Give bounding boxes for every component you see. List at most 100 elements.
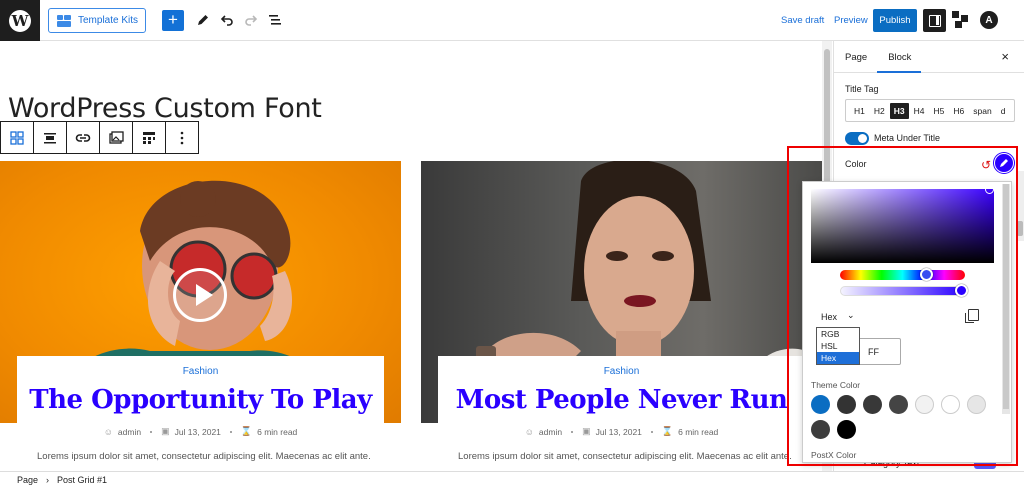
sidebar-scrollbar[interactable] [1016,171,1024,241]
theme-color-swatch[interactable] [967,395,986,414]
tag-h2[interactable]: H2 [870,103,889,119]
meta-separator [150,430,153,433]
post-category[interactable]: Fashion [438,366,805,377]
post-title[interactable]: The Opportunity To Play [17,385,384,415]
copy-icon[interactable] [965,309,979,323]
color-format-select[interactable]: Hex [821,312,837,322]
astra-icon[interactable]: A [980,11,998,29]
tag-h1[interactable]: H1 [850,103,869,119]
format-option-hsl[interactable]: HSL [817,340,859,352]
preview-link[interactable]: Preview [834,15,868,26]
wordpress-icon: W [9,9,31,32]
saturation-picker[interactable] [811,189,994,263]
hue-slider[interactable] [840,270,965,280]
tag-h6[interactable]: H6 [949,103,968,119]
link-icon[interactable] [67,122,100,153]
theme-color-label: Theme Color [811,380,861,390]
eyedropper-icon [1000,159,1008,167]
post-author[interactable]: admin [539,427,562,437]
title-tag-label: Title Tag [845,84,879,94]
hourglass-icon: ⌛ [240,426,253,436]
align-icon[interactable] [34,122,67,153]
breadcrumb-post-grid[interactable]: Post Grid #1 [57,475,107,485]
color-label: Color [845,159,867,169]
theme-color-swatches [811,395,991,439]
chevron-down-icon[interactable]: ⌄ [847,310,855,321]
theme-color-swatch[interactable] [811,420,830,439]
settings-toggle-button[interactable] [923,9,946,32]
template-kits-label: Template Kits [78,15,139,26]
editor-top-bar: W Template Kits + Save draft Preview Pub… [0,0,1024,41]
template-kits-button[interactable]: Template Kits [48,8,146,33]
wordpress-logo-button[interactable]: W [0,0,40,41]
theme-color-swatch[interactable] [811,395,830,414]
layout-icon[interactable] [133,122,166,153]
undo-icon[interactable] [217,10,237,30]
popover-scrollbar[interactable] [1002,184,1010,414]
color-picker-popover: Hex ⌄ FF RGB HSL Hex Theme Color PostX C… [802,181,1012,463]
calendar-icon: ▣ [582,426,591,436]
list-view-icon[interactable] [265,10,285,30]
post-date: Jul 13, 2021 [174,426,221,437]
tag-h5[interactable]: H5 [930,103,949,119]
publish-button[interactable]: Publish [873,9,917,32]
close-icon[interactable]: × [1001,49,1009,64]
post-excerpt: Lorems ipsum dolor sit amet, consectetur… [37,451,371,462]
meta-separator [571,430,574,433]
tag-h4[interactable]: H4 [910,103,929,119]
add-block-button[interactable]: + [162,10,184,31]
image-icon[interactable] [100,122,133,153]
theme-color-swatch[interactable] [941,395,960,414]
tag-h3[interactable]: H3 [889,102,909,119]
template-kits-icon [57,14,71,27]
post-title[interactable]: Most People Never Run [438,385,805,415]
post-date: Jul 13, 2021 [595,426,642,437]
postx-color-label: PostX Color [811,450,857,460]
alpha-slider[interactable] [840,286,965,296]
block-toolbar [0,121,199,154]
color-picker-button[interactable] [994,153,1014,173]
meta-under-title-label: Meta Under Title [874,133,941,143]
redo-icon[interactable] [241,10,261,30]
blocks-plugin-icon[interactable] [952,11,970,29]
breadcrumb: Page › Post Grid #1 [0,471,1024,488]
tab-page[interactable]: Page [834,41,877,73]
theme-color-swatch[interactable] [863,395,882,414]
post-grid-block-icon[interactable] [1,122,34,153]
meta-separator [650,430,653,433]
breadcrumb-separator-icon: › [46,475,50,485]
post-meta: ☺ admin ▣ Jul 13, 2021 ⌛ 6 min read [438,426,805,437]
theme-color-swatch[interactable] [889,395,908,414]
tag-span[interactable]: span [969,103,995,119]
play-video-icon[interactable] [173,268,227,322]
theme-color-swatch[interactable] [837,395,856,414]
post-author[interactable]: admin [118,427,141,437]
post-read-time: 6 min read [257,426,298,437]
format-option-rgb[interactable]: RGB [817,328,859,340]
sidebar-tabs: Page Block × [834,41,1024,73]
title-tag-group: H1 H2 H3 H4 H5 H6 span d [845,99,1015,122]
post-excerpt: Lorems ipsum dolor sit amet, consectetur… [458,451,792,462]
format-option-hex[interactable]: Hex [817,352,859,364]
meta-under-title-toggle[interactable] [845,132,869,145]
edit-pencil-icon[interactable] [193,10,213,30]
meta-separator [229,430,232,433]
editor-canvas: WordPress Custom Font Fashion The Opport… [0,41,833,471]
sidebar-icon [928,14,941,27]
page-title[interactable]: WordPress Custom Font [8,93,322,124]
tab-block[interactable]: Block [877,41,922,73]
theme-color-swatch[interactable] [837,420,856,439]
hue-slider-handle[interactable] [920,268,933,281]
alpha-slider-handle[interactable] [955,284,968,297]
more-options-icon[interactable] [166,122,198,153]
saturation-handle[interactable] [985,185,994,194]
breadcrumb-page[interactable]: Page [17,475,38,485]
post-read-time: 6 min read [678,426,719,437]
user-icon: ☺ [524,426,534,437]
reset-icon[interactable]: ↺ [981,158,991,172]
theme-color-swatch[interactable] [915,395,934,414]
tag-div[interactable]: d [997,103,1010,119]
calendar-icon: ▣ [161,426,170,436]
save-draft-link[interactable]: Save draft [781,15,824,26]
post-category[interactable]: Fashion [17,366,384,377]
